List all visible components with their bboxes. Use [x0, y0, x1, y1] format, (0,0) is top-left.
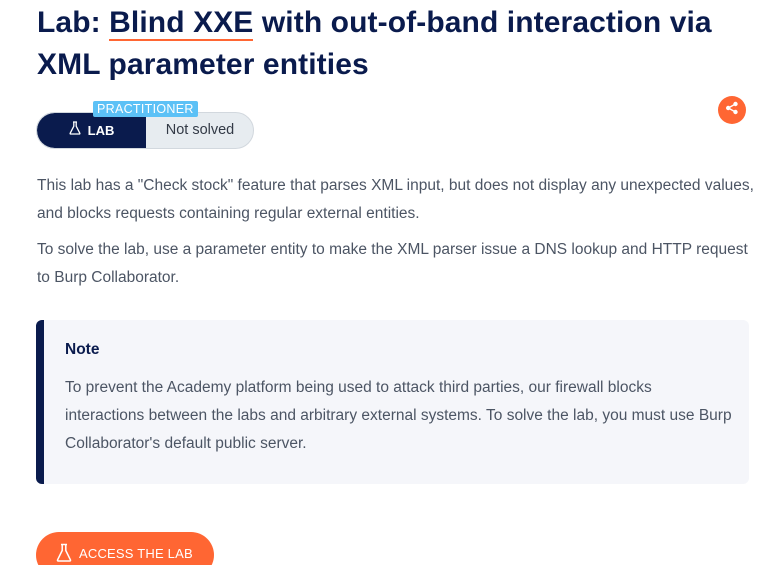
- lab-description: This lab has a "Check stock" feature tha…: [37, 177, 754, 222]
- lab-page: Lab: Blind XXE with out-of-band interact…: [0, 0, 772, 565]
- access-lab-label: ACCESS THE LAB: [79, 546, 193, 561]
- lab-label: LAB: [87, 123, 115, 138]
- lab-objective: To solve the lab, use a parameter entity…: [37, 241, 748, 286]
- lab-status-pill: LAB Not solved: [36, 112, 254, 149]
- share-button[interactable]: [718, 96, 746, 124]
- level-tag: PRACTITIONER: [93, 101, 198, 117]
- lab-type-label: LAB: [37, 113, 146, 148]
- page-title: Lab: Blind XXE with out-of-band interact…: [37, 2, 757, 86]
- title-prefix: Lab:: [37, 6, 110, 39]
- note-box: Note To prevent the Academy platform bei…: [36, 320, 749, 484]
- flask-icon: [56, 543, 72, 565]
- note-body: To prevent the Academy platform being us…: [65, 379, 732, 452]
- access-lab-button[interactable]: ACCESS THE LAB: [36, 532, 214, 565]
- title-topic-link[interactable]: Blind XXE: [109, 6, 254, 41]
- note-title: Note: [65, 341, 100, 358]
- share-icon: [725, 101, 739, 120]
- flask-icon: [69, 113, 81, 148]
- solved-status: Not solved: [165, 122, 235, 138]
- lab-badge: PRACTITIONER LAB Not solved: [36, 101, 256, 151]
